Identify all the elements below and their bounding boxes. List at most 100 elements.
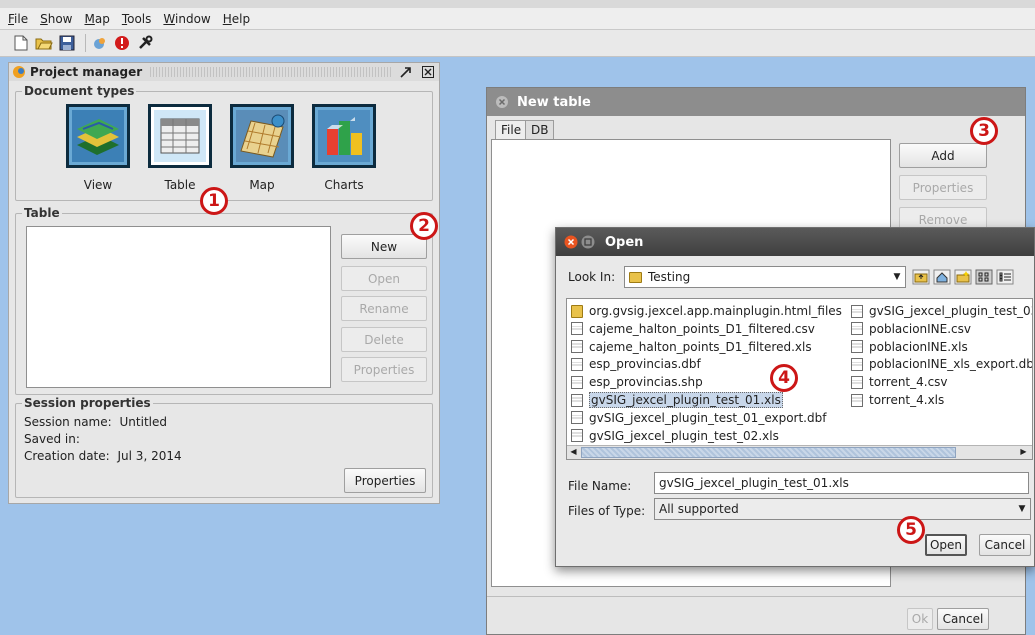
- scrollbar-thumb[interactable]: [581, 447, 956, 458]
- file-icon: [571, 357, 583, 371]
- preferences-icon[interactable]: [136, 34, 154, 52]
- file-row[interactable]: esp_provincias.shp: [571, 373, 703, 391]
- close-icon[interactable]: [421, 65, 435, 79]
- file-icon: [571, 322, 583, 336]
- doc-type-map[interactable]: Map: [222, 104, 302, 192]
- file-name: torrent_4.csv: [869, 375, 948, 390]
- menu-mnemonic: F: [8, 11, 15, 26]
- list-view-icon[interactable]: [975, 267, 993, 287]
- file-icon: [571, 340, 583, 354]
- new-table-titlebar[interactable]: New table: [487, 88, 1025, 116]
- menu-help[interactable]: Help: [223, 12, 250, 26]
- charts-doc-icon: [312, 104, 376, 168]
- dialog-cancel-button[interactable]: Cancel: [979, 534, 1031, 556]
- file-row[interactable]: cajeme_halton_points_D1_filtered.xls: [571, 338, 812, 356]
- chevron-down-icon: ▼: [893, 272, 901, 282]
- look-in-combo[interactable]: Testing ▼: [624, 266, 906, 288]
- file-name: cajeme_halton_points_D1_filtered.csv: [589, 321, 815, 336]
- save-project-icon[interactable]: [58, 34, 76, 52]
- toolbar: [0, 30, 1035, 57]
- details-view-icon[interactable]: [996, 267, 1014, 287]
- home-icon[interactable]: [933, 267, 951, 287]
- menu-mnemonic: M: [84, 11, 95, 26]
- step-marker-1: 1: [200, 187, 228, 215]
- file-row[interactable]: torrent_4.xls: [851, 391, 944, 409]
- up-folder-icon[interactable]: [912, 267, 930, 287]
- doc-type-table[interactable]: Table: [140, 104, 220, 192]
- close-window-icon[interactable]: [495, 95, 509, 109]
- tab-file[interactable]: File: [495, 120, 528, 140]
- file-row[interactable]: gvSIG_jexcel_plugin_test_01_export.dbf: [571, 409, 826, 427]
- folder-row[interactable]: org.gvsig.jexcel.app.mainplugin.html_fil…: [571, 302, 842, 320]
- file-row[interactable]: gvSIG_jexcel_plugin_test_01.xls: [571, 391, 783, 409]
- doc-type-view[interactable]: View: [58, 104, 138, 192]
- menu-map[interactable]: Map: [84, 12, 109, 26]
- open-dialog: Open Look In: Testing ▼ org.gvsig.jexcel…: [555, 227, 1035, 567]
- new-table-button[interactable]: New: [341, 234, 427, 259]
- cancel-button[interactable]: Cancel: [937, 608, 989, 630]
- file-name-value: gvSIG_jexcel_plugin_test_01.xls: [659, 476, 849, 490]
- file-list[interactable]: org.gvsig.jexcel.app.mainplugin.html_fil…: [566, 298, 1033, 460]
- files-of-type-value: All supported: [659, 502, 739, 516]
- horizontal-scrollbar[interactable]: ◀ ▶: [567, 445, 1032, 459]
- menu-show[interactable]: Show: [40, 12, 72, 26]
- tab-db[interactable]: DB: [525, 120, 555, 140]
- delete-table-button[interactable]: Delete: [341, 327, 427, 352]
- error-icon[interactable]: [113, 34, 131, 52]
- creation-date-value: Jul 3, 2014: [117, 449, 182, 463]
- table-doc-icon: [148, 104, 212, 168]
- menu-window[interactable]: Window: [163, 12, 210, 26]
- folder-icon: [571, 304, 583, 318]
- file-icon: [851, 357, 863, 371]
- file-row[interactable]: gvSIG_jexcel_plugin_test_02.xls: [571, 427, 779, 445]
- rename-table-button[interactable]: Rename: [341, 296, 427, 321]
- new-folder-icon[interactable]: [954, 267, 972, 287]
- file-icon: [571, 411, 583, 425]
- close-dialog-icon[interactable]: [564, 235, 578, 249]
- files-of-type-combo[interactable]: All supported ▼: [654, 498, 1031, 520]
- open-table-button[interactable]: Open: [341, 266, 427, 291]
- doc-type-charts[interactable]: Charts: [304, 104, 384, 192]
- maximize-dialog-icon[interactable]: [581, 235, 595, 249]
- file-name: esp_provincias.dbf: [589, 357, 701, 372]
- file-name: poblacionINE.xls: [869, 339, 968, 354]
- step-marker-2: 2: [410, 212, 438, 240]
- file-name-input[interactable]: gvSIG_jexcel_plugin_test_01.xls: [654, 472, 1029, 494]
- menu-file[interactable]: File: [8, 12, 28, 26]
- file-row[interactable]: poblacionINE.csv: [851, 320, 971, 338]
- file-row[interactable]: gvSIG_jexcel_plugin_test_03.x: [851, 302, 1032, 320]
- doc-type-label: Map: [249, 178, 275, 192]
- file-row[interactable]: esp_provincias.dbf: [571, 355, 701, 373]
- look-in-value: Testing: [648, 270, 691, 284]
- document-types-legend: Document types: [22, 84, 137, 98]
- project-manager-title: Project manager: [30, 65, 143, 79]
- saved-in-label: Saved in:: [24, 432, 80, 446]
- project-manager-titlebar[interactable]: Project manager: [9, 63, 439, 81]
- add-layer-icon[interactable]: [90, 34, 108, 52]
- file-name: gvSIG_jexcel_plugin_test_01_export.dbf: [589, 410, 827, 425]
- add-button[interactable]: Add: [899, 143, 987, 168]
- creation-date-row: Creation date: Jul 3, 2014: [24, 449, 182, 463]
- table-properties-button[interactable]: Properties: [341, 357, 427, 382]
- table-document-list[interactable]: [26, 226, 331, 388]
- table-group: Table New Open Rename Delete Properties: [15, 206, 433, 395]
- file-row[interactable]: cajeme_halton_points_D1_filtered.csv: [571, 320, 815, 338]
- scroll-left-icon[interactable]: ◀: [568, 447, 579, 458]
- doc-type-label: View: [83, 178, 113, 192]
- file-name: poblacionINE_xls_export.dbf: [869, 357, 1033, 372]
- properties-button[interactable]: Properties: [899, 175, 987, 200]
- file-row[interactable]: torrent_4.csv: [851, 373, 948, 391]
- open-dialog-titlebar[interactable]: Open: [556, 228, 1034, 256]
- menu-tools[interactable]: Tools: [122, 12, 152, 26]
- ok-button[interactable]: Ok: [907, 608, 933, 630]
- session-properties-button[interactable]: Properties: [344, 468, 426, 493]
- maximize-icon[interactable]: [399, 65, 413, 79]
- file-name: esp_provincias.shp: [589, 375, 703, 390]
- file-row[interactable]: poblacionINE.xls: [851, 338, 968, 356]
- open-button[interactable]: Open: [925, 534, 967, 556]
- file-row[interactable]: poblacionINE_xls_export.dbf: [851, 355, 1033, 373]
- scroll-right-icon[interactable]: ▶: [1018, 447, 1029, 458]
- open-project-icon[interactable]: [35, 34, 53, 52]
- new-project-icon[interactable]: [12, 34, 30, 52]
- footer-divider: [487, 596, 1025, 597]
